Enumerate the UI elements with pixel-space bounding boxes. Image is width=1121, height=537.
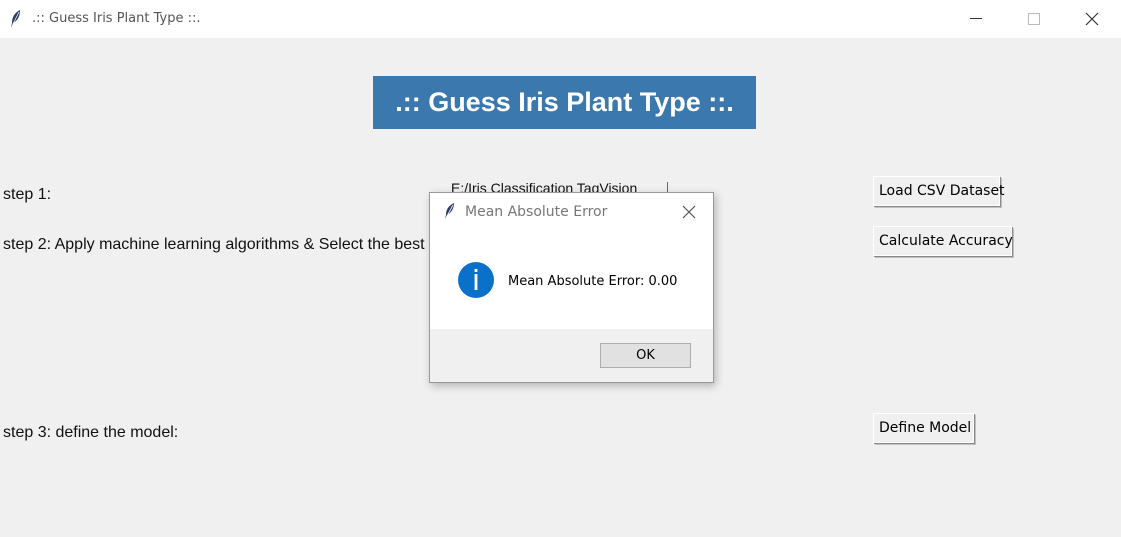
- dialog-footer: OK: [430, 329, 713, 382]
- close-icon: [682, 205, 696, 219]
- define-model-button[interactable]: Define Model: [873, 413, 974, 443]
- feather-icon: [444, 202, 456, 220]
- dialog-title: Mean Absolute Error: [465, 204, 608, 220]
- window-title: .:: Guess Iris Plant Type ::.: [32, 11, 201, 26]
- calculate-accuracy-button[interactable]: Calculate Accuracy: [873, 226, 1013, 256]
- step2-label: step 2: Apply machine learning algorithm…: [3, 236, 425, 253]
- ok-button[interactable]: OK: [600, 343, 691, 368]
- feather-icon: [9, 9, 23, 29]
- dialog-message: Mean Absolute Error: 0.00: [508, 274, 678, 289]
- load-csv-button[interactable]: Load CSV Dataset: [873, 176, 1005, 206]
- dialog-close-button[interactable]: [682, 205, 696, 219]
- close-icon: [1085, 12, 1099, 26]
- minimize-button[interactable]: [953, 0, 999, 38]
- maximize-button[interactable]: [1011, 0, 1057, 38]
- info-icon: [457, 261, 495, 299]
- app-banner: .:: Guess Iris Plant Type ::.: [373, 76, 756, 129]
- mean-absolute-error-dialog: Mean Absolute Error Mean Absolute Error:…: [429, 192, 714, 383]
- close-button[interactable]: [1069, 0, 1115, 38]
- step3-label: step 3: define the model:: [3, 424, 179, 441]
- window-titlebar: .:: Guess Iris Plant Type ::.: [0, 0, 1121, 38]
- step1-label: step 1:: [3, 186, 52, 203]
